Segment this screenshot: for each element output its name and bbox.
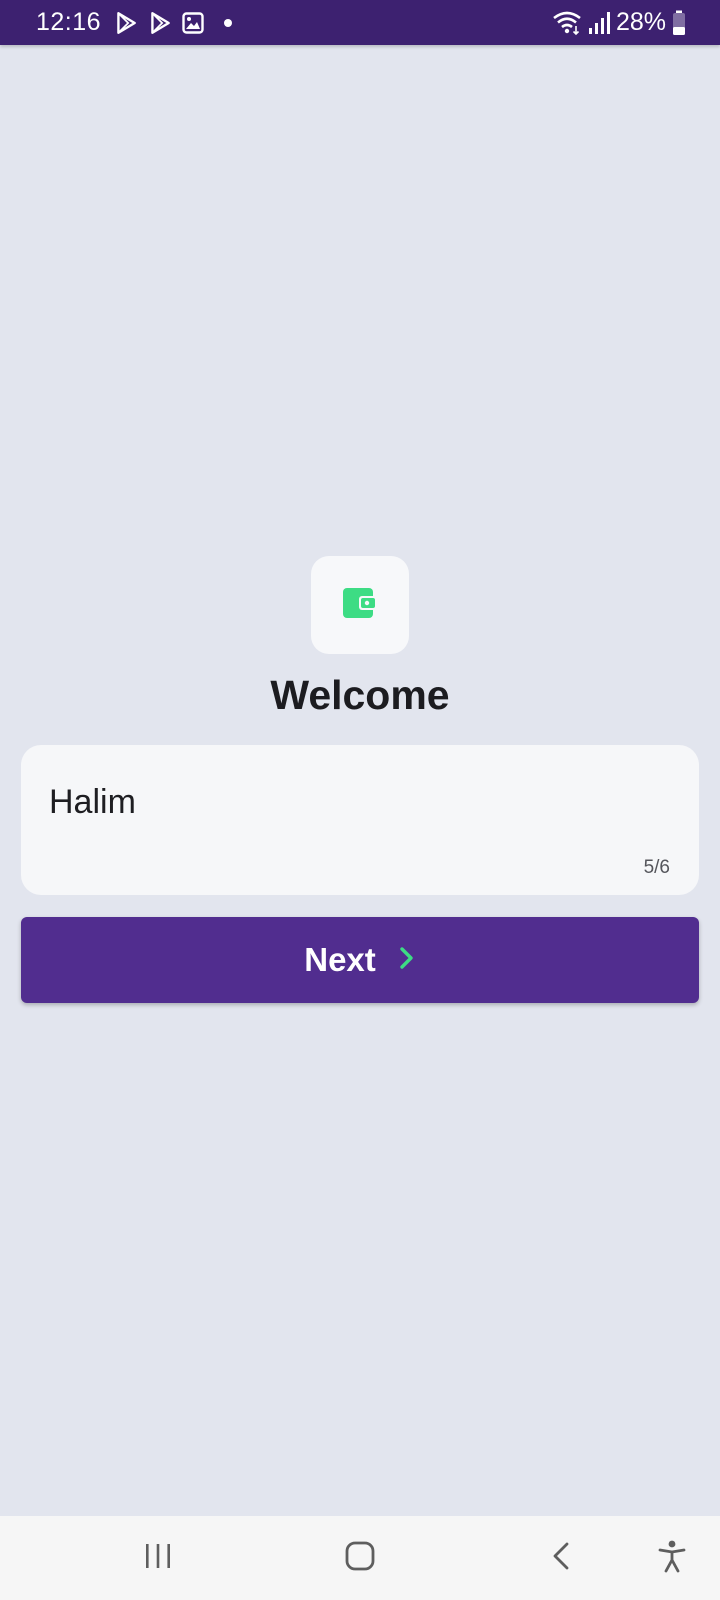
name-input[interactable]: Halim 5/6 xyxy=(21,745,699,895)
next-button[interactable]: Next xyxy=(21,917,699,1003)
battery-percent: 28% xyxy=(615,8,666,36)
status-bar: 12:16 28% xyxy=(0,0,720,45)
signal-icon xyxy=(588,11,610,35)
play-store-icon xyxy=(147,10,173,36)
name-input-value[interactable]: Halim xyxy=(49,783,136,822)
battery-icon xyxy=(672,10,686,36)
accessibility-icon xyxy=(657,1539,687,1578)
recents-icon xyxy=(143,1542,173,1575)
next-button-label: Next xyxy=(304,941,376,978)
home-button[interactable] xyxy=(330,1516,390,1600)
wallet-icon xyxy=(342,587,378,624)
status-left: 12:16 xyxy=(36,0,233,45)
recents-button[interactable] xyxy=(128,1516,188,1600)
page-title: Welcome xyxy=(270,672,450,718)
accessibility-button[interactable] xyxy=(642,1516,702,1600)
back-icon xyxy=(550,1541,572,1576)
back-button[interactable] xyxy=(531,1516,591,1600)
wifi-icon xyxy=(552,10,582,36)
character-counter: 5/6 xyxy=(643,857,670,878)
status-right: 28% xyxy=(552,0,686,45)
dot-icon xyxy=(223,18,233,28)
home-icon xyxy=(344,1540,376,1577)
play-store-icon xyxy=(113,10,139,36)
chevron-right-icon xyxy=(398,946,416,975)
gallery-icon xyxy=(181,11,205,35)
app-icon xyxy=(311,556,409,654)
status-time: 12:16 xyxy=(36,8,102,36)
navigation-bar xyxy=(0,1516,720,1600)
